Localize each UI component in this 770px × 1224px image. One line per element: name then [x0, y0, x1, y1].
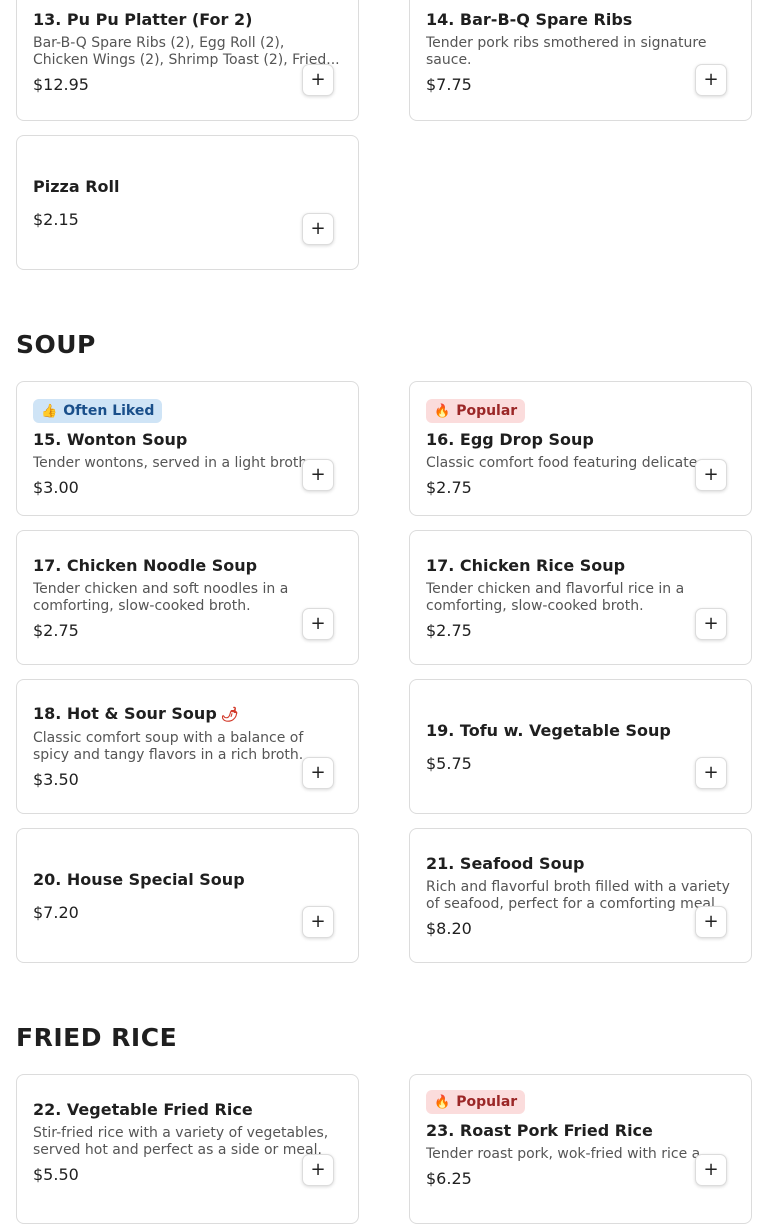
item-price: $7.20 [33, 902, 79, 922]
item-price: $12.95 [33, 75, 89, 94]
popular-badge: 🔥 Popular [426, 1090, 526, 1114]
item-name: 17. Chicken Noodle Soup [33, 555, 258, 575]
badge-label: Often Liked [63, 403, 155, 419]
item-price: $5.75 [426, 753, 472, 773]
item-description: Classic comfort food featuring delicate … [426, 455, 724, 471]
item-name: Pizza Roll [33, 176, 120, 196]
item-name: 21. Seafood Soup [426, 853, 585, 873]
item-name: 13. Pu Pu Platter (For 2) [33, 10, 253, 29]
menu-item-card[interactable]: 13. Pu Pu Platter (For 2) Bar-B-Q Spare … [16, 0, 359, 121]
item-name: 18. Hot & Sour Soup 🌶 [33, 703, 308, 726]
add-item-button[interactable]: + [695, 64, 727, 96]
menu-item-card[interactable]: 👍 Often Liked 15. Wonton Soup Tender won… [16, 381, 359, 516]
item-description: Tender chicken and flavorful rice in a c… [426, 580, 685, 614]
add-item-button[interactable]: + [302, 64, 334, 96]
item-price: $2.75 [33, 620, 79, 640]
item-name: 16. Egg Drop Soup [426, 430, 594, 449]
badge-label: Popular [456, 1094, 518, 1110]
menu-item-card[interactable]: 21. Seafood Soup Rich and flavorful brot… [409, 828, 752, 963]
badge-label: Popular [456, 403, 518, 419]
menu-item-card[interactable]: 17. Chicken Rice Soup Tender chicken and… [409, 530, 752, 665]
item-name: 20. House Special Soup [33, 869, 245, 889]
item-description: Tender roast pork, wok-fried with rice a… [426, 1146, 714, 1162]
add-item-button[interactable]: + [302, 1154, 334, 1186]
thumbs-up-icon: 👍 [41, 403, 58, 419]
menu-item-card[interactable]: 🔥 Popular 23. Roast Pork Fried Rice Tend… [409, 1074, 752, 1224]
menu-item-card[interactable]: 22. Vegetable Fried Rice Stir-fried rice… [16, 1074, 359, 1224]
item-price: $5.50 [33, 1165, 79, 1184]
item-price: $8.20 [426, 918, 472, 938]
add-item-button[interactable]: + [302, 608, 334, 640]
item-price: $3.50 [33, 770, 79, 789]
add-item-button[interactable]: + [695, 608, 727, 640]
add-item-button[interactable]: + [695, 757, 727, 789]
item-description: Tender wontons, served in a light broth.… [33, 455, 321, 471]
menu-item-card[interactable]: 19. Tofu w. Vegetable Soup $5.75 + [409, 679, 752, 814]
item-price: $2.15 [33, 209, 79, 229]
menu-item-card[interactable]: 🔥 Popular 16. Egg Drop Soup Classic comf… [409, 381, 752, 516]
menu-item-card[interactable]: Pizza Roll $2.15 + [16, 135, 359, 270]
chili-icon: 🌶 [220, 707, 239, 723]
item-description: Tender pork ribs smothered in signature … [426, 35, 707, 68]
item-name-text: 18. Hot & Sour Soup [33, 704, 217, 723]
item-name: 22. Vegetable Fried Rice [33, 1100, 253, 1119]
item-name: 14. Bar-B-Q Spare Ribs [426, 10, 633, 29]
item-price: $7.75 [426, 75, 472, 94]
add-item-button[interactable]: + [695, 906, 727, 938]
item-description: Classic comfort soup with a balance of s… [33, 730, 304, 763]
section-title-fried-rice: FRIED RICE [16, 1023, 178, 1052]
fire-icon: 🔥 [434, 1094, 451, 1110]
add-item-button[interactable]: + [302, 213, 334, 245]
menu-item-card[interactable]: 18. Hot & Sour Soup 🌶 Classic comfort sou… [16, 679, 359, 814]
add-item-button[interactable]: + [302, 757, 334, 789]
item-name: 17. Chicken Rice Soup [426, 555, 626, 575]
popular-badge: 🔥 Popular [426, 399, 526, 423]
menu-item-card[interactable]: 14. Bar-B-Q Spare Ribs Tender pork ribs … [409, 0, 752, 121]
add-item-button[interactable]: + [695, 1154, 727, 1186]
add-item-button[interactable]: + [302, 906, 334, 938]
item-price: $2.75 [426, 478, 472, 497]
item-name: 15. Wonton Soup [33, 430, 188, 449]
menu-item-card[interactable]: 20. House Special Soup $7.20 + [16, 828, 359, 963]
item-price: $2.75 [426, 620, 472, 640]
item-name: 19. Tofu w. Vegetable Soup [426, 720, 671, 740]
fire-icon: 🔥 [434, 403, 451, 419]
add-item-button[interactable]: + [302, 459, 334, 491]
item-description: Stir-fried rice with a variety of vegeta… [33, 1125, 329, 1158]
add-item-button[interactable]: + [695, 459, 727, 491]
item-name: 23. Roast Pork Fried Rice [426, 1121, 653, 1140]
item-description: Rich and flavorful broth filled with a v… [426, 878, 730, 912]
item-description: Bar-B-Q Spare Ribs (2), Egg Roll (2), Ch… [33, 35, 340, 68]
item-price: $3.00 [33, 478, 79, 497]
item-description: Tender chicken and soft noodles in a com… [33, 580, 289, 614]
menu-item-card[interactable]: 17. Chicken Noodle Soup Tender chicken a… [16, 530, 359, 665]
section-title-soup: SOUP [16, 330, 96, 359]
often-liked-badge: 👍 Often Liked [33, 399, 163, 423]
item-price: $6.25 [426, 1169, 472, 1188]
